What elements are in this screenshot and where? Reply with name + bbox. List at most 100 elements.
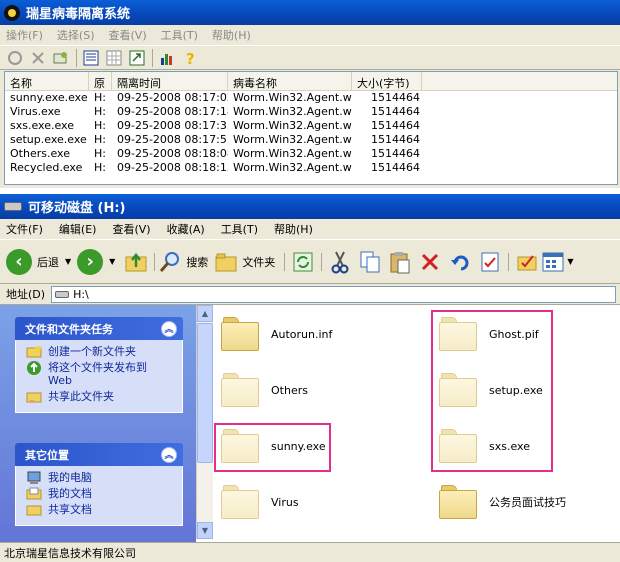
address-bar: 地址(D) H:\ [0, 284, 620, 305]
export-icon[interactable] [126, 48, 148, 68]
menu-view[interactable]: 查看(V) [109, 27, 147, 43]
forward-button[interactable]: › ▼ [77, 245, 115, 279]
table-cell: H: [94, 91, 106, 104]
task-new-folder[interactable]: 创建一个新文件夹 [26, 345, 182, 358]
address-label: 地址(D) [6, 288, 46, 301]
delete-icon[interactable] [415, 245, 445, 279]
table-row[interactable]: Virus.exe H: 09-25-2008 08:17:18 Worm.Win32… [5, 105, 617, 119]
views-button[interactable]: ▼ [542, 245, 573, 279]
sync-icon[interactable] [288, 245, 318, 279]
table-cell: 1514464 [371, 91, 420, 104]
up-folder-icon[interactable] [121, 245, 151, 279]
menu-view[interactable]: 查看(V) [112, 221, 150, 237]
other-places-header[interactable]: 其它位置 ︽ [15, 443, 183, 466]
rising-logo-icon [4, 4, 20, 21]
cut-icon[interactable] [325, 245, 355, 279]
my-documents-icon [26, 487, 42, 500]
menu-help[interactable]: 帮助(H) [212, 27, 251, 43]
toolbar-separator [284, 252, 286, 271]
search-button[interactable]: 搜索 [158, 245, 208, 279]
close-icon[interactable] [27, 48, 49, 68]
circle-icon[interactable] [4, 48, 26, 68]
place-my-documents[interactable]: 我的文档 [26, 487, 182, 500]
file-item-sunny[interactable]: sunny.exe [221, 429, 326, 463]
file-item-autorun[interactable]: Autorun.inf [221, 317, 332, 351]
file-folder-tasks-header[interactable]: 文件和文件夹任务 ︽ [15, 317, 183, 340]
column-name[interactable]: 名称 [5, 72, 89, 91]
column-origin[interactable]: 原 [89, 72, 112, 91]
task-publish-web[interactable]: 将这个文件夹发布到 Web [26, 360, 182, 387]
back-button[interactable]: ‹ 后退 ▼ [6, 245, 71, 279]
column-time[interactable]: 隔离时间 [112, 72, 228, 91]
vertical-scrollbar[interactable]: ▲ ▼ [196, 305, 213, 539]
menu-edit[interactable]: 编辑(E) [59, 221, 97, 237]
toolbar-separator [152, 48, 153, 67]
task-new-folder-label: 创建一个新文件夹 [48, 345, 136, 358]
menu-help[interactable]: 帮助(H) [274, 221, 313, 237]
address-input[interactable]: H:\ [51, 285, 617, 303]
file-name: Ghost.pif [489, 327, 539, 341]
file-name: setup.exe [489, 383, 543, 397]
table-cell: 09-25-2008 08:17:02 [117, 91, 228, 104]
file-item-interview-tips[interactable]: 公务员面试技巧 [439, 485, 566, 519]
properties-icon[interactable] [475, 245, 505, 279]
paste-icon[interactable] [385, 245, 415, 279]
explorer-menu-bar: 文件(F) 编辑(E) 查看(V) 收藏(A) 工具(T) 帮助(H) [0, 219, 620, 240]
table-row[interactable]: sunny.exe.exe H: 09-25-2008 08:17:02 Worm.W… [5, 91, 617, 105]
copy-icon[interactable] [355, 245, 385, 279]
undo-icon[interactable] [445, 245, 475, 279]
file-item-setup[interactable]: setup.exe [439, 373, 543, 407]
hidden-folder-icon [221, 373, 261, 407]
list-view-icon[interactable] [80, 48, 102, 68]
restore-icon[interactable] [50, 48, 72, 68]
table-row[interactable]: setup.exe.exe H: 09-25-2008 08:17:51 Worm.W… [5, 133, 617, 147]
table-cell: 09-25-2008 08:17:35 [117, 119, 228, 132]
grid-view-icon[interactable] [103, 48, 125, 68]
file-item-others[interactable]: Others [221, 373, 308, 407]
other-places-title: 其它位置 [25, 448, 69, 462]
bar-chart-icon[interactable] [156, 48, 178, 68]
menu-operate[interactable]: 操作(F) [6, 27, 43, 43]
menu-tools[interactable]: 工具(T) [161, 27, 198, 43]
table-row[interactable]: Others.exe H: 09-25-2008 08:18:08 Worm.Win3… [5, 147, 617, 161]
table-cell: 09-25-2008 08:18:13 [117, 161, 228, 174]
menu-select[interactable]: 选择(S) [57, 27, 95, 43]
table-row[interactable]: Recycled.exe H: 09-25-2008 08:18:13 Worm.Wi… [5, 161, 617, 175]
file-item-virus[interactable]: Virus [221, 485, 299, 519]
menu-tools[interactable]: 工具(T) [221, 221, 258, 237]
table-cell: H: [94, 105, 106, 118]
collapse-chevron-icon[interactable]: ︽ [161, 446, 177, 463]
folder-icon [215, 253, 237, 271]
file-name: Autorun.inf [271, 327, 333, 341]
table-row[interactable]: sxs.exe.exe H: 09-25-2008 08:17:35 Worm.Win… [5, 119, 617, 133]
chevron-down-icon[interactable]: ▼ [65, 257, 71, 266]
menu-file[interactable]: 文件(F) [6, 221, 43, 237]
scroll-down-arrow-icon[interactable]: ▼ [197, 522, 213, 539]
table-cell: 1514464 [371, 161, 420, 174]
table-cell: H: [94, 147, 106, 160]
file-name: sunny.exe [271, 439, 326, 453]
scrollbar-thumb[interactable] [197, 323, 213, 463]
chevron-down-icon[interactable]: ▼ [567, 257, 573, 266]
column-virus[interactable]: 病毒名称 [228, 72, 352, 91]
help-icon[interactable]: ? [179, 48, 201, 68]
file-item-ghost[interactable]: Ghost.pif [439, 317, 539, 351]
place-my-computer[interactable]: 我的电脑 [26, 471, 182, 484]
svg-text:?: ? [186, 50, 195, 66]
collapse-chevron-icon[interactable]: ︽ [161, 320, 177, 337]
file-item-sxs[interactable]: sxs.exe [439, 429, 530, 463]
place-shared-documents[interactable]: 共享文档 [26, 503, 182, 516]
task-share-folder[interactable]: 共享此文件夹 [26, 390, 182, 403]
table-cell: 09-25-2008 08:18:08 [117, 147, 228, 160]
chevron-down-icon[interactable]: ▼ [109, 257, 115, 266]
scroll-up-arrow-icon[interactable]: ▲ [197, 305, 213, 322]
menu-favorites[interactable]: 收藏(A) [167, 221, 205, 237]
toolbar-separator [154, 252, 156, 271]
column-size[interactable]: 大小(字节) [352, 72, 422, 91]
quarantine-menu-bar: 操作(F) 选择(S) 查看(V) 工具(T) 帮助(H) [0, 25, 620, 45]
folder-options-icon[interactable] [512, 245, 542, 279]
other-places-group: 其它位置 ︽ 我的电脑 我的文档 共享文档 [15, 443, 183, 526]
folders-button[interactable]: 文件夹 [214, 245, 275, 279]
status-bar: 北京瑞星信息技术有限公司 [0, 542, 620, 562]
table-cell: 09-25-2008 08:17:18 [117, 105, 228, 118]
